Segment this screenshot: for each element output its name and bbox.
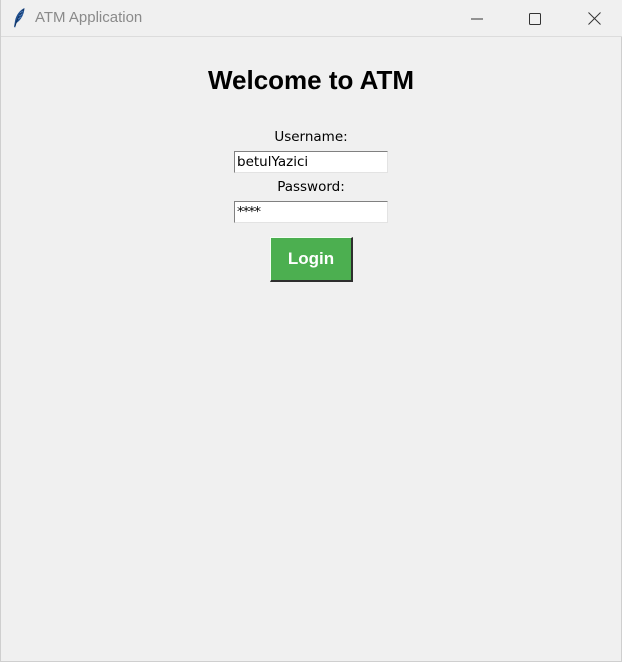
atm-window: ATM Application Welcome to ATM Username:… — [0, 0, 622, 662]
password-input[interactable] — [234, 201, 388, 223]
minimize-button[interactable] — [448, 0, 506, 37]
title-bar[interactable]: ATM Application — [1, 0, 622, 37]
maximize-button[interactable] — [506, 0, 564, 37]
login-panel: Welcome to ATM Username: Password: Login — [1, 38, 622, 662]
close-button[interactable] — [565, 0, 622, 37]
feather-icon — [12, 7, 26, 29]
username-label: Username: — [274, 129, 348, 145]
maximize-icon — [529, 12, 541, 25]
close-icon — [587, 12, 601, 25]
welcome-heading: Welcome to ATM — [207, 65, 415, 95]
login-button[interactable]: Login — [270, 237, 353, 282]
window-title: ATM Application — [35, 9, 143, 26]
username-input[interactable] — [234, 151, 388, 173]
minimize-icon — [471, 13, 483, 25]
password-label: Password: — [277, 179, 345, 195]
